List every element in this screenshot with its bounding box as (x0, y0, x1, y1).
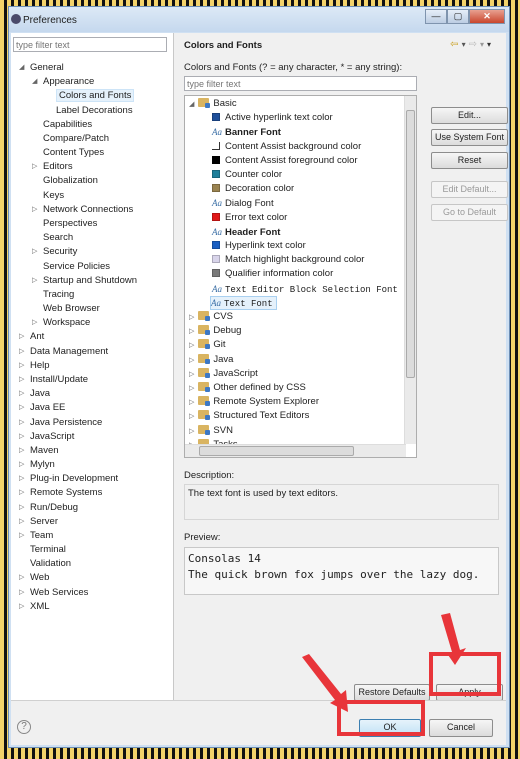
arrow-to-ok (302, 654, 348, 712)
annotation-arrows (302, 613, 466, 712)
arrow-to-apply (441, 613, 466, 665)
